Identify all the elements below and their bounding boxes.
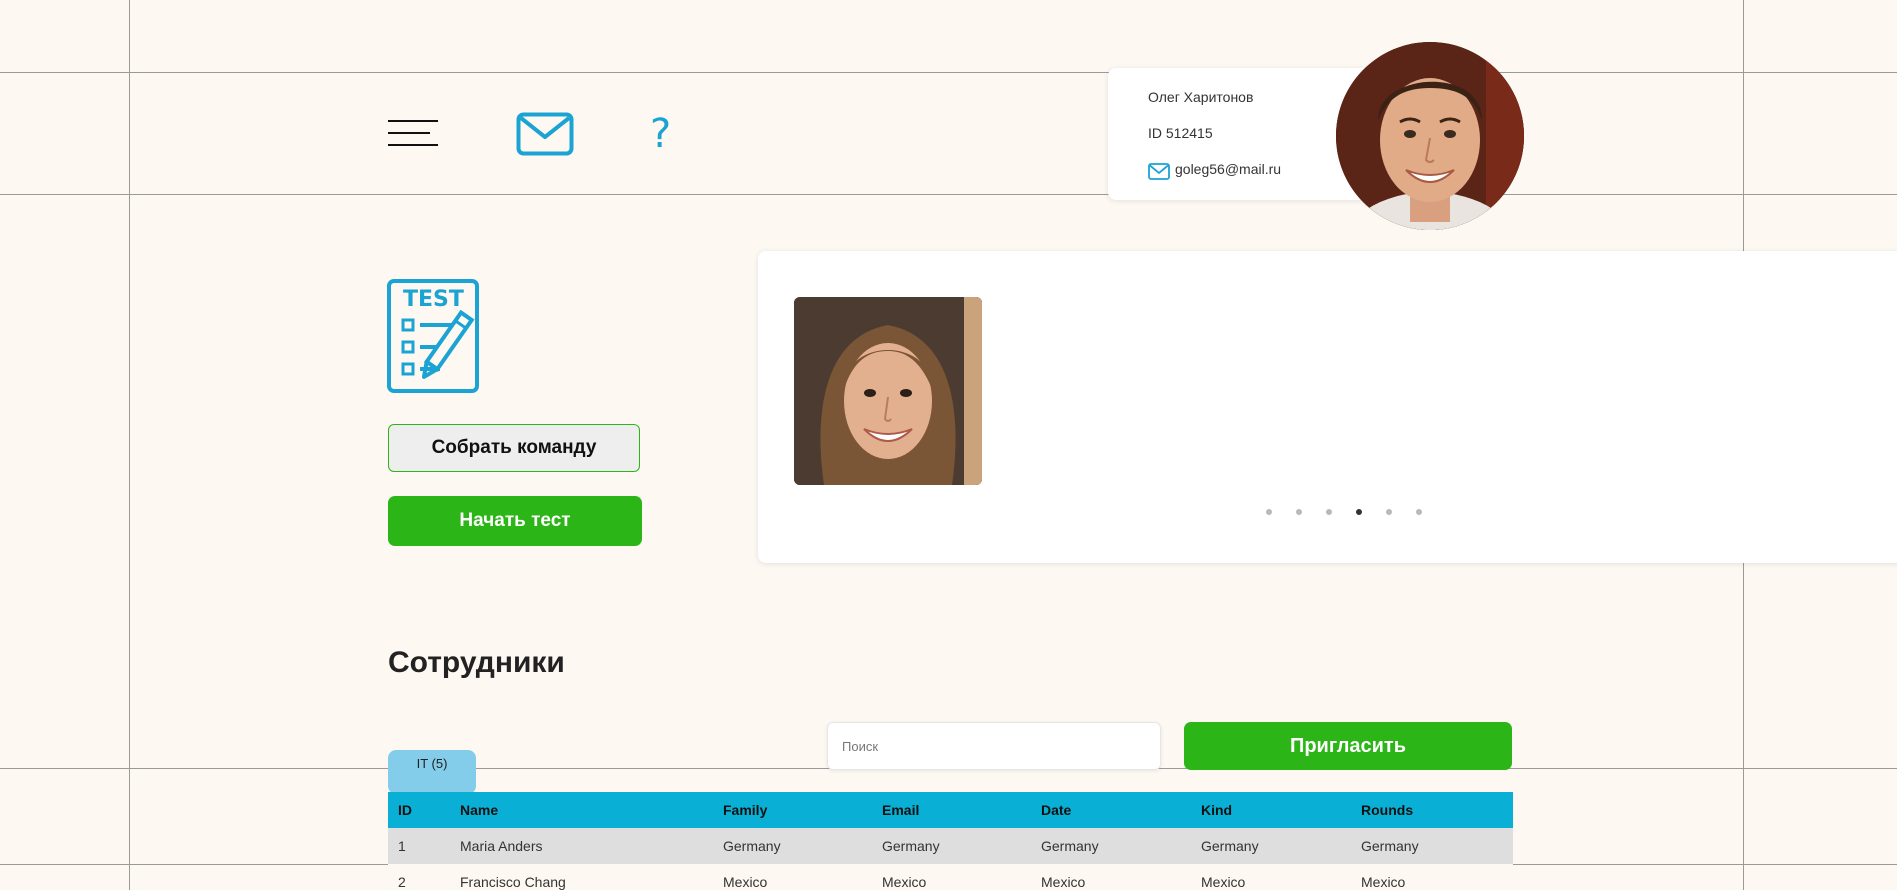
cell-kind: Germany [1191, 828, 1351, 864]
guide-line-vertical-left [129, 0, 130, 890]
carousel-dot[interactable] [1416, 509, 1422, 515]
cell-rounds: Germany [1351, 828, 1513, 864]
tab-it[interactable]: IT (5) [388, 750, 476, 794]
cell-rounds: Mexico [1351, 864, 1513, 890]
profile-id: ID 512415 [1148, 125, 1213, 141]
carousel-photo[interactable] [794, 297, 982, 485]
svg-text:TEST: TEST [403, 287, 464, 312]
table-row[interactable]: 2 Francisco Chang Mexico Mexico Mexico M… [388, 864, 1513, 890]
invite-button[interactable]: Пригласить [1184, 722, 1512, 770]
column-header-family[interactable]: Family [713, 792, 872, 828]
build-team-button[interactable]: Собрать команду [388, 424, 640, 472]
table-header-row: ID Name Family Email Date Kind Rounds [388, 792, 1513, 828]
table-row[interactable]: 1 Maria Anders Germany Germany Germany G… [388, 828, 1513, 864]
page: ? Олег Харитонов ID 512415 goleg56@mail.… [0, 0, 1897, 890]
hamburger-line-2 [388, 132, 430, 134]
test-checklist-icon: TEST [387, 279, 479, 393]
cell-family: Germany [713, 828, 872, 864]
search-input[interactable] [827, 722, 1161, 770]
guide-line-horizontal-2 [0, 194, 1897, 195]
email-icon [1148, 163, 1170, 180]
column-header-name[interactable]: Name [450, 792, 713, 828]
carousel-face-illustration [794, 297, 982, 485]
carousel [758, 251, 1897, 563]
cell-date: Germany [1031, 828, 1191, 864]
cell-name: Francisco Chang [450, 864, 713, 890]
carousel-dot[interactable] [1386, 509, 1392, 515]
help-button[interactable]: ? [650, 110, 671, 158]
profile-name: Олег Харитонов [1148, 89, 1254, 105]
cell-id: 1 [388, 828, 450, 864]
profile-email[interactable]: goleg56@mail.ru [1175, 161, 1281, 177]
cell-id: 2 [388, 864, 450, 890]
column-header-kind[interactable]: Kind [1191, 792, 1351, 828]
employees-title: Сотрудники [388, 646, 565, 679]
guide-line-horizontal-1 [0, 72, 1897, 73]
carousel-dot[interactable] [1296, 509, 1302, 515]
column-header-rounds[interactable]: Rounds [1351, 792, 1513, 828]
cell-date: Mexico [1031, 864, 1191, 890]
carousel-dot[interactable] [1326, 509, 1332, 515]
cell-name: Maria Anders [450, 828, 713, 864]
carousel-dot[interactable] [1356, 509, 1362, 515]
envelope-icon[interactable] [516, 112, 574, 156]
hamburger-menu-icon[interactable] [388, 120, 438, 150]
cell-family: Mexico [713, 864, 872, 890]
column-header-id[interactable]: ID [388, 792, 450, 828]
hamburger-line-1 [388, 120, 438, 122]
employees-table: ID Name Family Email Date Kind Rounds 1 … [388, 792, 1513, 890]
cell-email: Mexico [872, 864, 1031, 890]
avatar[interactable] [1336, 42, 1524, 230]
carousel-dot[interactable] [1266, 509, 1272, 515]
cell-kind: Mexico [1191, 864, 1351, 890]
start-test-button[interactable]: Начать тест [388, 496, 642, 546]
column-header-email[interactable]: Email [872, 792, 1031, 828]
hamburger-line-3 [388, 144, 438, 146]
column-header-date[interactable]: Date [1031, 792, 1191, 828]
cell-email: Germany [872, 828, 1031, 864]
avatar-face-illustration [1336, 42, 1524, 230]
